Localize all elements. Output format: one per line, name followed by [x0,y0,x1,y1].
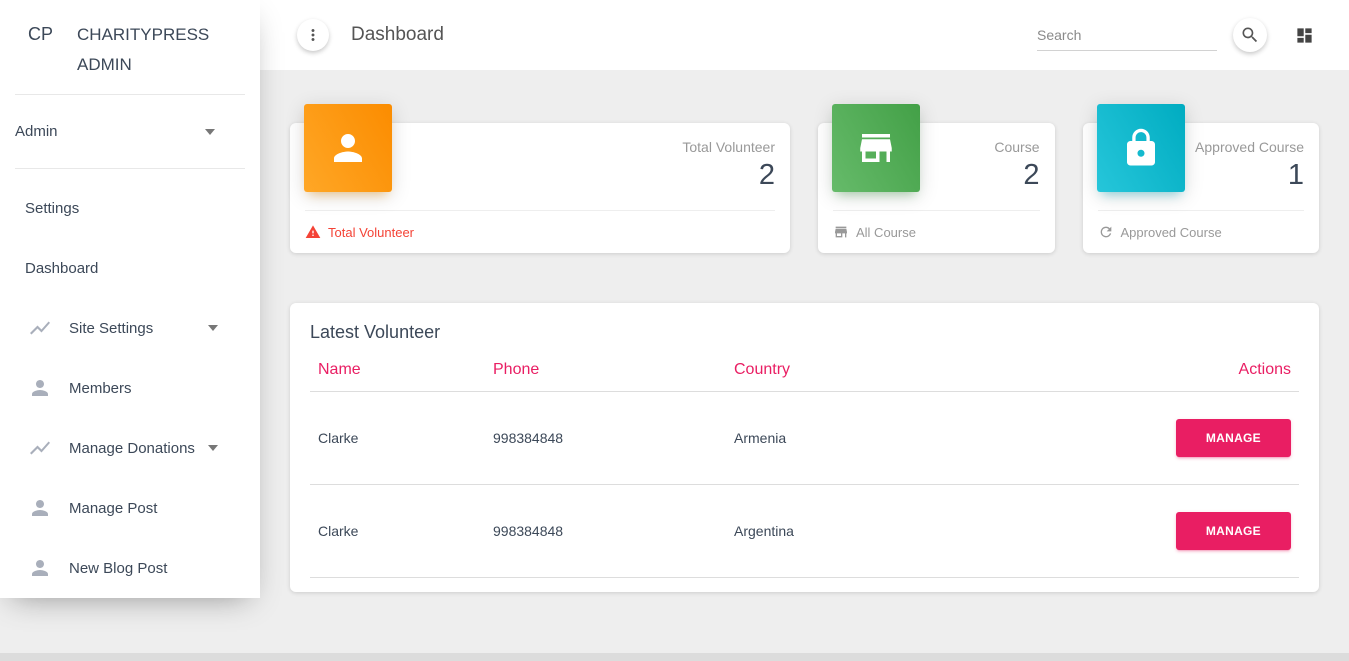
stat-label: Approved Course [1195,137,1304,157]
stat-footer-text: All Course [856,225,916,240]
search-icon [1240,25,1260,45]
stat-label: Course [994,137,1039,157]
horizontal-scrollbar[interactable] [0,653,1349,661]
person-icon [28,496,52,520]
table-header-row: Name Phone Country Actions [310,349,1299,392]
card-title: Latest Volunteer [290,303,1319,349]
brand-title: CHARITYPRESS ADMIN [77,20,222,80]
stats-row: Total Volunteer 2 Total Volunteer [290,123,1319,253]
sidebar: CP CHARITYPRESS ADMIN Admin Settings Das… [0,0,260,598]
sidebar-item-new-blog-post[interactable]: New Blog Post [0,538,260,598]
person-icon [28,556,52,580]
chevron-down-icon [208,325,218,331]
user-dropdown-admin[interactable]: Admin [0,95,260,168]
stat-card-total-volunteer: Total Volunteer 2 Total Volunteer [290,123,790,253]
table-row: Clarke 998384848 Argentina MANAGE [310,485,1299,578]
page-title: Dashboard [351,24,444,46]
column-header-phone: Phone [485,349,726,392]
sidebar-item-label: New Blog Post [69,560,167,577]
stat-card-course: Course 2 All Course [818,123,1055,253]
latest-volunteer-card: Latest Volunteer Name Phone Country Acti… [290,303,1319,592]
stat-footer-text: Total Volunteer [328,225,414,240]
stat-value: 2 [994,159,1039,192]
sidebar-item-label: Site Settings [69,320,153,337]
sidebar-item-members[interactable]: Members [0,358,260,418]
volunteer-table: Name Phone Country Actions Clarke 998384… [310,349,1299,578]
stat-value: 1 [1195,159,1304,192]
line-chart-icon [28,436,52,460]
stat-value: 2 [682,159,775,192]
cell-country: Armenia [726,392,1168,485]
cell-name: Clarke [310,392,485,485]
chevron-down-icon [208,445,218,451]
sidebar-item-settings[interactable]: Settings [0,178,260,238]
store-icon [832,104,920,192]
stat-footer-text: Approved Course [1121,225,1222,240]
brand-mini: CP [28,24,53,45]
sidebar-item-site-settings[interactable]: Site Settings [0,298,260,358]
more-vert-icon [304,26,322,44]
dashboard-grid-button[interactable] [1295,26,1314,45]
dashboard-grid-icon [1295,26,1314,45]
store-icon [833,224,849,240]
sidebar-item-label: Dashboard [25,260,98,277]
sidebar-nav: Settings Dashboard Site Settings Members… [0,169,260,598]
person-icon [304,104,392,192]
person-icon [28,376,52,400]
sidebar-item-manage-donations[interactable]: Manage Donations [0,418,260,478]
search-button[interactable] [1233,18,1267,52]
cell-country: Argentina [726,485,1168,578]
column-header-actions: Actions [1168,349,1299,392]
cell-phone: 998384848 [485,392,726,485]
cell-name: Clarke [310,485,485,578]
line-chart-icon [28,316,52,340]
main-area: Dashboard Total Volunteer [260,0,1349,622]
lock-icon [1097,104,1185,192]
column-header-name: Name [310,349,485,392]
sidebar-item-label: Manage Donations [69,440,195,457]
stat-label: Total Volunteer [682,137,775,157]
manage-button[interactable]: MANAGE [1176,512,1291,550]
search-input[interactable] [1037,20,1217,51]
refresh-icon [1098,224,1114,240]
sidebar-item-label: Members [69,380,132,397]
column-header-country: Country [726,349,1168,392]
content: Total Volunteer 2 Total Volunteer [260,123,1349,622]
more-options-button[interactable] [297,19,329,51]
brand[interactable]: CP CHARITYPRESS ADMIN [0,0,260,94]
chevron-down-icon [205,129,215,135]
sidebar-item-manage-post[interactable]: Manage Post [0,478,260,538]
sidebar-item-dashboard[interactable]: Dashboard [0,238,260,298]
table-row: Clarke 998384848 Armenia MANAGE [310,392,1299,485]
stat-card-approved-course: Approved Course 1 Approved Course [1083,123,1320,253]
topbar: Dashboard [260,0,1349,70]
sidebar-item-label: Manage Post [69,500,157,517]
user-name: Admin [15,123,58,140]
cell-phone: 998384848 [485,485,726,578]
manage-button[interactable]: MANAGE [1176,419,1291,457]
sidebar-item-label: Settings [25,200,79,217]
warning-icon [305,224,321,240]
